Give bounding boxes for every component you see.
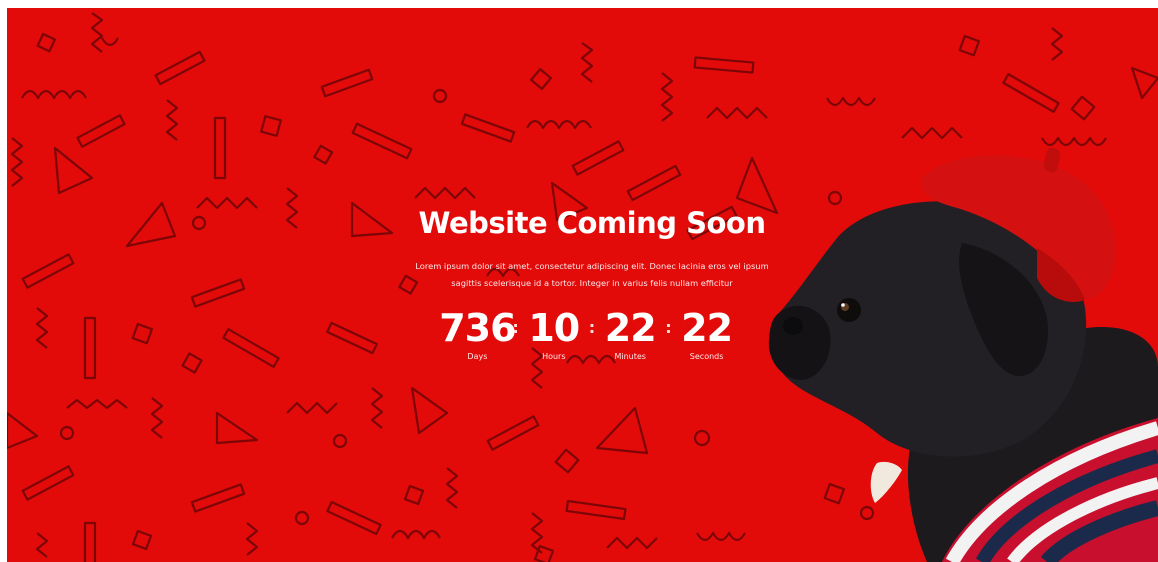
countdown-seconds: 22 Seconds: [671, 306, 743, 361]
days-label: Days: [467, 352, 488, 361]
hours-label: Hours: [542, 352, 566, 361]
page-title: Website Coming Soon: [418, 206, 766, 240]
countdown-timer: 736 Days : 10 Hours : 22 Minutes : 22 Se…: [362, 306, 822, 361]
seconds-label: Seconds: [689, 352, 724, 361]
minutes-value: 22: [604, 306, 657, 350]
description: Lorem ipsum dolor sit amet, consectetur …: [362, 258, 822, 292]
countdown-days: 736 Days: [439, 306, 516, 361]
coming-soon-content: Website Coming Soon Lorem ipsum dolor si…: [362, 198, 822, 361]
minutes-label: Minutes: [614, 352, 646, 361]
description-line-2: sagittis scelerisque id a tortor. Intege…: [451, 278, 733, 288]
hours-value: 10: [528, 306, 580, 350]
days-value: 736: [439, 306, 516, 350]
countdown-minutes: 22 Minutes: [594, 306, 666, 361]
seconds-value: 22: [681, 306, 733, 350]
countdown-hours: 10 Hours: [518, 306, 590, 361]
description-line-1: Lorem ipsum dolor sit amet, consectetur …: [415, 261, 769, 271]
coming-soon-hero: Website Coming Soon Lorem ipsum dolor si…: [7, 8, 1158, 562]
